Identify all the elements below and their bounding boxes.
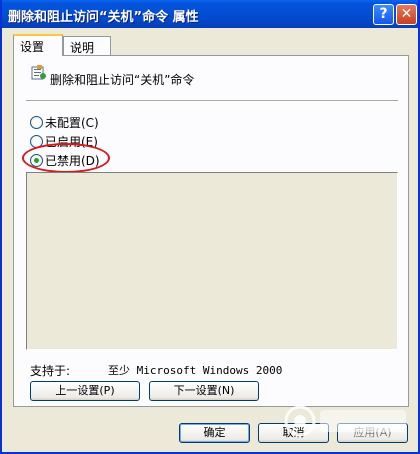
policy-name: 删除和阻止访问“关机”命令 bbox=[50, 73, 195, 87]
supported-label: 支持于: bbox=[30, 364, 71, 378]
tab-explain[interactable]: 说明 bbox=[63, 36, 111, 55]
radio-button-selected[interactable] bbox=[30, 154, 43, 167]
radio-button[interactable] bbox=[30, 116, 43, 129]
properties-dialog: 删除和阻止访问“关机”命令 属性 ? ✕ 设置 说明 删除和阻止访问“关机”命令… bbox=[0, 0, 420, 454]
radio-label-enabled: 已启用(E) bbox=[45, 135, 98, 149]
radio-button[interactable] bbox=[30, 135, 43, 148]
options-area bbox=[26, 172, 398, 350]
previous-setting-button[interactable]: 上一设置(P) bbox=[30, 381, 140, 401]
cancel-button[interactable]: 取消 bbox=[258, 423, 329, 443]
title-bar[interactable]: 删除和阻止访问“关机”命令 属性 ? ✕ bbox=[2, 0, 418, 28]
policy-setting-icon bbox=[31, 65, 46, 80]
separator bbox=[26, 100, 398, 102]
radio-not-configured[interactable]: 未配置(C) bbox=[30, 114, 99, 130]
next-setting-button[interactable]: 下一设置(N) bbox=[149, 381, 259, 401]
window-title: 删除和阻止访问“关机”命令 属性 bbox=[8, 10, 199, 25]
settings-panel: 删除和阻止访问“关机”命令 未配置(C) 已启用(E) 已禁用(D) 支持于: … bbox=[13, 55, 409, 407]
close-button[interactable]: ✕ bbox=[396, 4, 417, 25]
ok-button[interactable]: 确定 bbox=[179, 423, 250, 443]
radio-label-not-configured: 未配置(C) bbox=[45, 116, 99, 130]
radio-enabled[interactable]: 已启用(E) bbox=[30, 133, 98, 149]
help-button[interactable]: ? bbox=[373, 4, 394, 25]
radio-label-disabled: 已禁用(D) bbox=[45, 154, 100, 168]
radio-disabled[interactable]: 已禁用(D) bbox=[30, 152, 100, 168]
tab-settings[interactable]: 设置 bbox=[13, 34, 63, 56]
supported-value: 至少 Microsoft Windows 2000 bbox=[108, 364, 283, 377]
apply-button[interactable]: 应用(A) bbox=[337, 423, 408, 443]
